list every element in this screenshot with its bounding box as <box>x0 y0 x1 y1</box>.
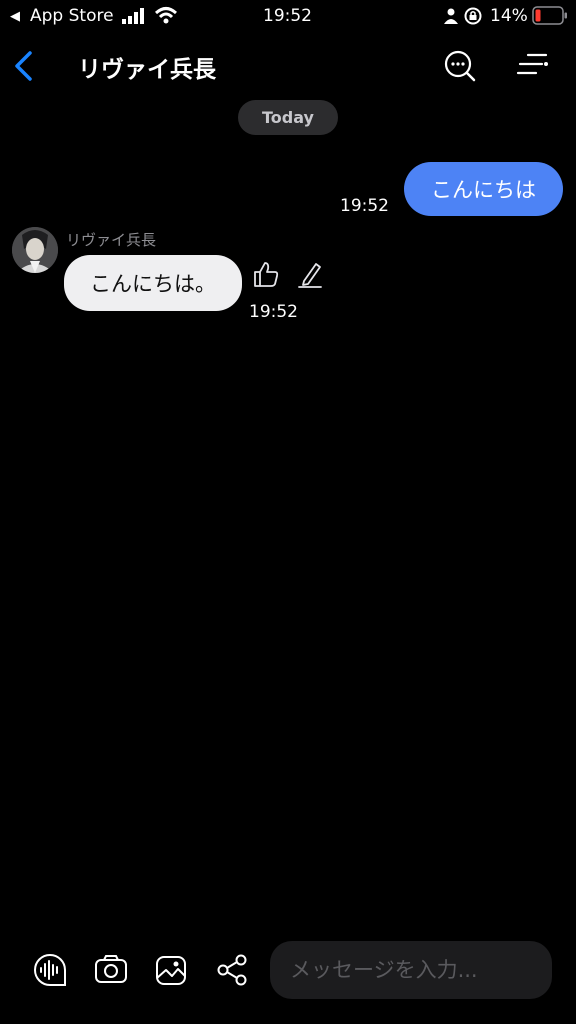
person-icon <box>444 8 458 24</box>
battery-icon <box>532 6 567 25</box>
gallery-icon[interactable] <box>154 952 190 988</box>
incoming-message-bubble[interactable]: こんにちは。 <box>64 255 242 311</box>
message-input[interactable] <box>270 941 552 999</box>
avatar-portrait-icon <box>12 227 58 273</box>
wifi-icon <box>154 7 178 24</box>
thumbs-up-icon[interactable] <box>252 260 280 288</box>
chevron-left-icon[interactable] <box>12 50 34 82</box>
camera-icon[interactable] <box>93 952 129 988</box>
share-icon[interactable] <box>214 952 250 988</box>
cellular-signal-icon <box>122 8 144 24</box>
date-separator: Today <box>238 100 338 135</box>
rotation-lock-icon <box>464 7 482 25</box>
outgoing-message-time: 19:52 <box>340 196 389 216</box>
status-time: 19:52 <box>263 6 312 26</box>
page-title: リヴァイ兵長 <box>78 57 216 83</box>
battery-percent: 14% <box>490 6 528 26</box>
filter-menu-icon[interactable] <box>516 52 550 78</box>
search-chat-icon[interactable] <box>444 50 476 82</box>
sender-name: リヴァイ兵長 <box>66 231 157 249</box>
pencil-icon[interactable] <box>296 260 324 288</box>
back-app-label[interactable]: App Store <box>30 6 114 26</box>
back-triangle-icon[interactable]: ◀ <box>10 9 20 24</box>
voice-wave-icon[interactable] <box>32 952 68 988</box>
status-bar: ◀ App Store 19:52 14% <box>0 0 576 32</box>
outgoing-message-bubble[interactable]: こんにちは <box>404 162 563 216</box>
chat-header: リヴァイ兵長 <box>0 38 576 94</box>
incoming-message-time: 19:52 <box>249 302 298 322</box>
avatar[interactable] <box>12 227 58 273</box>
